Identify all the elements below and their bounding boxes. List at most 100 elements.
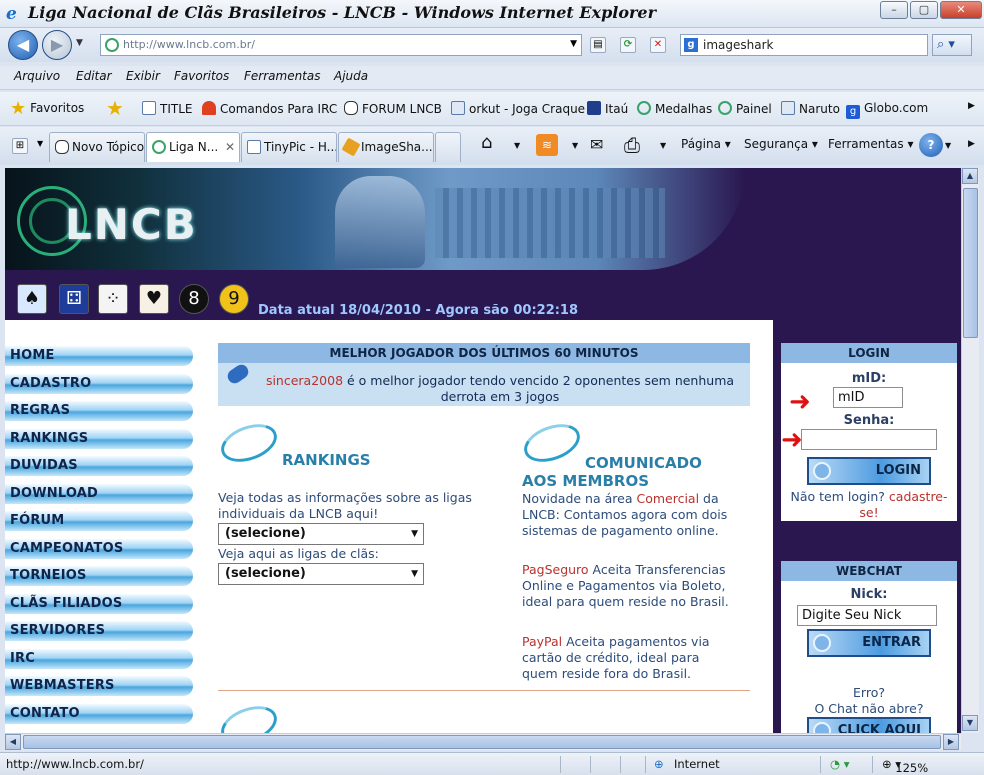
paypal-link[interactable]: PayPal (522, 634, 562, 649)
rss-dropdown[interactable]: ▼ (572, 141, 578, 150)
enter-chat-button[interactable]: ENTRAR (807, 629, 931, 657)
forward-button[interactable]: ▶ (42, 30, 72, 60)
stop-icon[interactable]: ✕ (650, 37, 666, 53)
click-here-button[interactable]: CLICK AQUI (807, 717, 931, 733)
tab-imageshack[interactable]: ImageSha... (338, 132, 434, 162)
nav-clas-filiados[interactable]: CLÃS FILIADOS (5, 594, 193, 614)
nav-rankings[interactable]: RANKINGS (5, 429, 193, 449)
nav-irc[interactable]: IRC (5, 649, 193, 669)
tab-liga[interactable]: Liga N... ✕ (146, 132, 240, 162)
tab-tinypic[interactable]: TinyPic - H... (241, 132, 337, 162)
menu-favoritos[interactable]: Favoritos (174, 69, 229, 83)
fav-item-irc[interactable]: Comandos Para IRC (202, 101, 337, 116)
address-bar[interactable]: http://www.lncb.com.br/ ▼ (100, 34, 582, 56)
minimize-button[interactable]: – (880, 1, 908, 19)
fav-item-orkut[interactable]: orkut - Joga Craque (451, 101, 585, 116)
menu-ferramentas[interactable]: Ferramentas (244, 69, 321, 83)
nav-regras[interactable]: REGRAS (5, 401, 193, 421)
page-menu[interactable]: Página ▾ (681, 137, 731, 151)
mid-input[interactable]: mID (833, 387, 903, 408)
add-favorite-icon[interactable]: ★ (106, 96, 124, 120)
globe-icon: ⊕ (654, 757, 664, 771)
nav-cadastro[interactable]: CADASTRO (5, 374, 193, 394)
menu-editar[interactable]: Editar (76, 69, 112, 83)
zoom-level[interactable]: ⊕ 125% ▾ (882, 757, 928, 775)
scroll-up-icon[interactable]: ▲ (962, 168, 978, 184)
fav-item-painel[interactable]: Painel (718, 101, 772, 116)
help-dropdown[interactable]: ▼ (945, 141, 951, 150)
ligas-individuais-select[interactable]: (selecione) ▼ (218, 523, 424, 545)
protected-mode-icon[interactable]: ◔ ▾ (830, 757, 849, 771)
fav-item-itau[interactable]: Itaú (587, 101, 628, 116)
poker-game-icon[interactable]: ♥ (139, 284, 169, 314)
pagseguro-link[interactable]: PagSeguro (522, 562, 589, 577)
nick-input[interactable]: Digite Seu Nick (797, 605, 937, 626)
nav-webmasters[interactable]: WEBMASTERS (5, 676, 193, 696)
horizontal-scrollbar[interactable]: ◀ ▶ (5, 733, 961, 750)
tools-menu[interactable]: Ferramentas ▾ (828, 137, 913, 151)
nav-duvidas[interactable]: DUVIDAS (5, 456, 193, 476)
scroll-left-icon[interactable]: ◀ (5, 734, 21, 750)
eight-ball-icon[interactable]: 8 (179, 284, 209, 314)
quick-tabs-icon[interactable]: ⊞ (12, 138, 28, 154)
dice-game-icon[interactable]: ⚃ (59, 284, 89, 314)
menu-exibir[interactable]: Exibir (126, 69, 160, 83)
favorites-button[interactable]: ★ Favoritos (10, 98, 84, 119)
login-button[interactable]: LOGIN (807, 457, 931, 485)
comunicado-p1: Novidade na área Comercial da LNCB: Cont… (522, 491, 728, 538)
refresh-icon[interactable]: ⟳ (620, 37, 636, 53)
search-button[interactable]: ⌕ ▾ (932, 34, 972, 56)
menu-arquivo[interactable]: Arquivo (14, 69, 60, 83)
nav-torneios[interactable]: TORNEIOS (5, 566, 193, 586)
vertical-scroll-thumb[interactable] (963, 188, 978, 338)
vertical-scrollbar[interactable]: ▲ ▼ (961, 168, 979, 733)
close-tab-icon[interactable]: ✕ (225, 133, 235, 161)
home-icon[interactable]: ⌂ (481, 132, 492, 153)
tab-list-dropdown[interactable]: ▼ (37, 139, 43, 148)
senha-input[interactable] (801, 429, 937, 450)
nav-home[interactable]: HOME (5, 346, 193, 366)
back-button[interactable]: ◀ (8, 30, 38, 60)
print-dropdown[interactable]: ▼ (660, 141, 666, 150)
toolbar-overflow-icon[interactable]: ▶ (968, 139, 975, 149)
home-dropdown[interactable]: ▼ (514, 141, 520, 150)
google-icon: g (846, 105, 860, 119)
comercial-link[interactable]: Comercial (636, 491, 699, 506)
webchat-box: WEBCHAT Nick: Digite Seu Nick ENTRAR Err… (781, 561, 957, 733)
tab-novo-topico[interactable]: Novo Tópico (49, 132, 145, 162)
scroll-down-icon[interactable]: ▼ (962, 715, 978, 731)
nav-campeonatos[interactable]: CAMPEONATOS (5, 539, 193, 559)
security-menu[interactable]: Segurança ▾ (744, 137, 818, 151)
help-icon[interactable]: ? (919, 133, 943, 157)
ligas-clas-select[interactable]: (selecione) ▼ (218, 563, 424, 585)
fav-item-title[interactable]: TITLE (142, 101, 192, 116)
rss-icon[interactable]: ≋ (536, 134, 558, 156)
horizontal-scroll-thumb[interactable] (23, 735, 941, 749)
nav-forum[interactable]: FÓRUM (5, 511, 193, 531)
mail-icon[interactable]: ✉ (590, 135, 603, 154)
favorites-overflow-icon[interactable]: ▶ (968, 101, 975, 111)
print-icon[interactable]: ⎙ (624, 133, 640, 157)
nav-contato[interactable]: CONTATO (5, 704, 193, 724)
fav-item-forum[interactable]: FORUM LNCB (344, 101, 442, 116)
search-box[interactable]: g imageshark (680, 34, 928, 56)
nav-servidores[interactable]: SERVIDORES (5, 621, 193, 641)
best-player-link[interactable]: sincera2008 (266, 373, 343, 388)
compatibility-view-icon[interactable]: ▤ (590, 37, 606, 53)
maximize-button[interactable]: ▢ (910, 1, 938, 19)
nav-download[interactable]: DOWNLOAD (5, 484, 193, 504)
nine-ball-icon[interactable]: 9 (219, 284, 249, 314)
close-button[interactable]: ✕ (940, 1, 982, 19)
menu-ajuda[interactable]: Ajuda (334, 69, 368, 83)
comunicado-p2: PagSeguro Aceita Transferencias Online e… (522, 562, 729, 609)
fav-item-naruto[interactable]: Naruto (781, 101, 840, 116)
new-tab-button[interactable] (435, 132, 461, 162)
site-logo[interactable]: LNCB (65, 200, 198, 249)
fav-item-globo[interactable]: g Globo.com (846, 101, 928, 119)
cards-game-icon[interactable]: ♠ (17, 284, 47, 314)
scroll-right-icon[interactable]: ▶ (943, 734, 959, 750)
domino-game-icon[interactable]: ⁘ (98, 284, 128, 314)
recent-pages-dropdown[interactable]: ▼ (76, 38, 83, 48)
address-dropdown-icon[interactable]: ▼ (570, 39, 577, 49)
fav-item-medalhas[interactable]: Medalhas (637, 101, 712, 116)
